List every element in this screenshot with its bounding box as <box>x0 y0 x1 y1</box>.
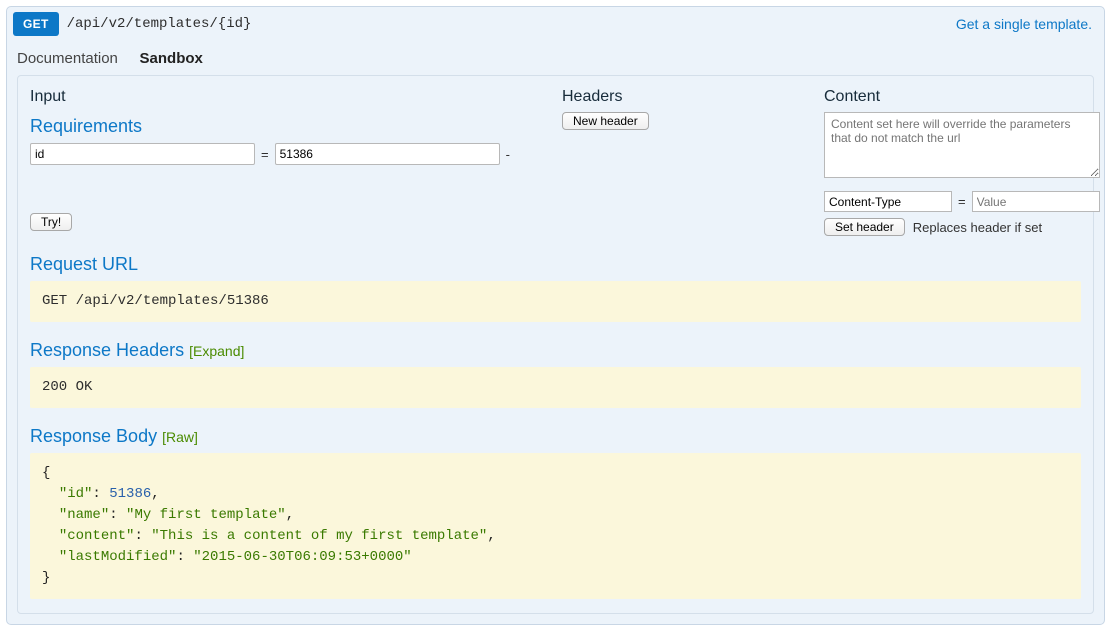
content-heading: Content <box>824 88 1100 106</box>
headers-column: Headers New header <box>562 88 822 130</box>
equals-sign: = <box>261 147 269 162</box>
requirements-heading: Requirements <box>30 116 560 137</box>
tab-sandbox[interactable]: Sandbox <box>140 50 203 67</box>
content-textarea[interactable] <box>824 112 1100 178</box>
try-button[interactable]: Try! <box>30 213 72 231</box>
response-headers-label: Response Headers <box>30 340 184 360</box>
content-type-value-input[interactable] <box>972 191 1100 212</box>
request-url-heading: Request URL <box>30 254 1081 275</box>
set-header-button[interactable]: Set header <box>824 218 905 236</box>
headers-heading: Headers <box>562 88 822 106</box>
api-panel: GET /api/v2/templates/{id} Get a single … <box>6 6 1105 625</box>
endpoint-path: /api/v2/templates/{id} <box>65 16 956 32</box>
param-value-input[interactable] <box>275 143 500 165</box>
set-header-note: Replaces header if set <box>913 220 1042 235</box>
endpoint-summary[interactable]: Get a single template. <box>956 16 1098 32</box>
response-headers-box: 200 OK <box>30 367 1081 408</box>
input-heading: Input <box>30 88 560 106</box>
response-body-label: Response Body <box>30 426 157 446</box>
content-type-row: = <box>824 191 1100 212</box>
content-type-name-input[interactable] <box>824 191 952 212</box>
request-url-box: GET /api/v2/templates/51386 <box>30 281 1081 322</box>
param-name-input[interactable] <box>30 143 255 165</box>
input-column: Input Requirements = - Try! <box>30 88 560 231</box>
tabs: Documentation Sandbox <box>7 36 1104 75</box>
response-body-box: { "id": 51386, "name": "My first templat… <box>30 453 1081 599</box>
sandbox-panel: Input Requirements = - Try! Headers <box>17 75 1094 614</box>
raw-link[interactable]: [Raw] <box>162 429 198 445</box>
response-body-heading: Response Body [Raw] <box>30 426 1081 447</box>
operation-header: GET /api/v2/templates/{id} Get a single … <box>7 7 1104 36</box>
expand-link[interactable]: [Expand] <box>189 343 244 359</box>
param-remove[interactable]: - <box>506 147 510 162</box>
new-header-button[interactable]: New header <box>562 112 649 130</box>
content-column: Content = Set header Replaces header if … <box>824 88 1100 236</box>
response-headers-heading: Response Headers [Expand] <box>30 340 1081 361</box>
tab-documentation[interactable]: Documentation <box>17 50 118 67</box>
equals-sign: = <box>958 194 966 209</box>
param-row: = - <box>30 143 560 165</box>
http-method-badge: GET <box>13 12 59 36</box>
